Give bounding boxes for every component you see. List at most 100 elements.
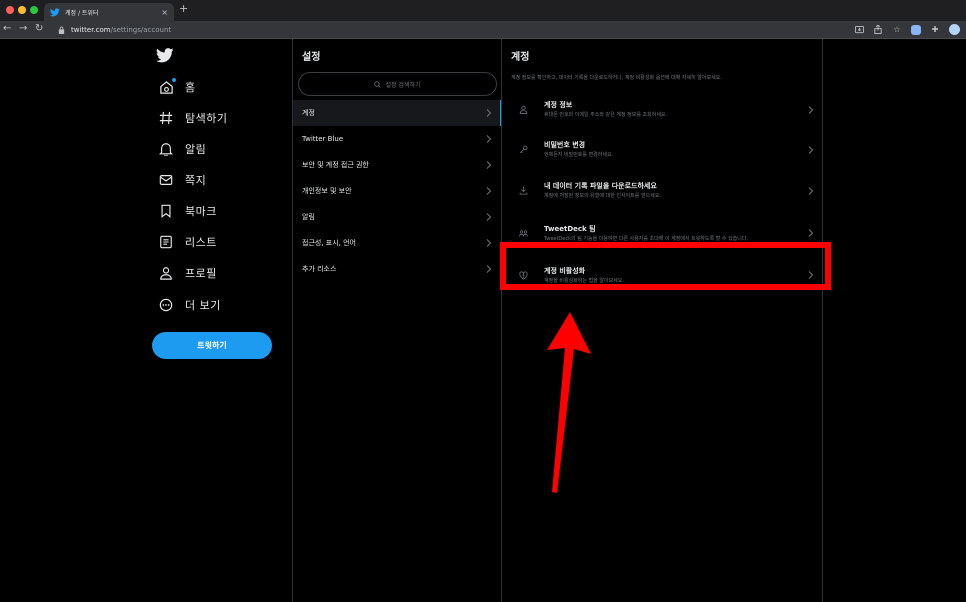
reload-icon[interactable]: ↻ (35, 23, 43, 34)
account-item-password[interactable]: 비밀번호 변경 언제든지 비밀번호를 변경하세요. (502, 129, 823, 170)
settings-item-label: 접근성, 표시, 언어 (302, 239, 356, 247)
browser-tab[interactable]: 계정 / 트위터 × (44, 3, 174, 21)
tab-title: 계정 / 트위터 (65, 9, 99, 17)
nav-notifications[interactable]: 알림 (158, 139, 206, 159)
account-item-title: 비밀번호 변경 (544, 141, 586, 149)
account-title: 계정 (511, 52, 530, 63)
nav-label: 더 보기 (185, 299, 221, 312)
chevron-right-icon (486, 135, 492, 143)
account-item-text: TweetDeck 팀 TweetDeck의 팀 기능을 이용하면 다른 사용자… (544, 224, 808, 243)
account-item-info[interactable]: 계정 정보 휴대폰 번호와 이메일 주소와 같은 계정 정보를 조회하세요. (502, 90, 823, 129)
settings-search-input[interactable]: 설정 검색하기 (298, 72, 497, 96)
settings-item-label: 계정 (302, 109, 315, 117)
red-arrow-annotation (547, 312, 591, 493)
chevron-right-icon (486, 213, 492, 221)
url-host: twitter.com (71, 26, 111, 34)
twitter-logo-icon[interactable] (156, 48, 174, 63)
forward-icon[interactable]: → (19, 23, 27, 34)
settings-item-accessibility[interactable]: 접근성, 표시, 언어 (293, 230, 501, 256)
person-icon (158, 265, 174, 281)
address-bar[interactable]: twitter.com/settings/account (52, 23, 852, 37)
nav-messages[interactable]: 쪽지 (158, 170, 206, 190)
settings-title: 설정 (302, 52, 321, 63)
settings-item-label: Twitter Blue (302, 135, 344, 143)
nav-more[interactable]: 더 보기 (158, 295, 221, 315)
tab-close-icon[interactable]: × (161, 8, 168, 17)
settings-item-account[interactable]: 계정 (293, 100, 502, 126)
extension-icon[interactable] (911, 24, 921, 35)
tweet-button[interactable]: 트윗하기 (152, 332, 272, 359)
window-minimize-button[interactable] (18, 6, 26, 14)
nav-label: 리스트 (185, 236, 217, 249)
account-item-text: 내 데이터 기록 파일을 다운로드하세요 계정에 저장된 정보의 유형에 대한 … (544, 181, 808, 200)
nav-label: 알림 (185, 143, 207, 156)
window-close-button[interactable] (6, 6, 14, 14)
twitter-page: 홈 탐색하기 알림 쪽지 북마크 리스트 프로필 더 보기 트윗하기 설정 설정… (0, 39, 966, 602)
more-icon (158, 297, 174, 313)
settings-item-privacy[interactable]: 개인정보 및 보안 (293, 178, 501, 204)
nav-label: 홈 (185, 81, 196, 94)
nav-bookmarks[interactable]: 북마크 (158, 201, 217, 221)
account-item-download-data[interactable]: 내 데이터 기록 파일을 다운로드하세요 계정에 저장된 정보의 유형에 대한 … (502, 170, 823, 211)
primary-nav: 홈 탐색하기 알림 쪽지 북마크 리스트 프로필 더 보기 트윗하기 (148, 39, 292, 602)
bookmark-icon (158, 203, 174, 219)
account-item-subtitle: 언제든지 비밀번호를 변경하세요. (544, 152, 614, 158)
home-icon (158, 78, 176, 95)
lock-icon[interactable] (58, 26, 65, 34)
settings-list: 계정 Twitter Blue 보안 및 계정 접근 권한 개인정보 및 보안 … (293, 100, 502, 282)
toolbar-actions: ☆ ✚ (854, 24, 960, 35)
back-icon[interactable]: ← (3, 23, 11, 34)
highlight-box (500, 242, 831, 290)
notification-dot (172, 78, 176, 82)
key-icon (519, 145, 528, 154)
url-path: /settings/account (110, 26, 172, 34)
settings-item-security[interactable]: 보안 및 계정 접근 권한 (293, 152, 501, 178)
nav-home[interactable]: 홈 (158, 77, 196, 97)
team-icon (519, 229, 528, 238)
nav-label: 북마크 (185, 205, 217, 218)
chevron-right-icon (486, 265, 492, 273)
list-icon (158, 234, 174, 250)
nav-label: 프로필 (185, 267, 217, 280)
chevron-right-icon (808, 105, 814, 114)
nav-lists[interactable]: 리스트 (158, 232, 217, 252)
settings-item-twitter-blue[interactable]: Twitter Blue (293, 126, 501, 152)
account-item-title: 계정 정보 (544, 101, 573, 109)
browser-tabstrip: 계정 / 트위터 × + (0, 0, 966, 21)
star-icon[interactable]: ☆ (892, 25, 902, 35)
chevron-right-icon (808, 229, 814, 237)
person-icon (519, 105, 528, 114)
account-item-text: 계정 정보 휴대폰 번호와 이메일 주소와 같은 계정 정보를 조회하세요. (544, 100, 808, 119)
new-tab-button[interactable]: + (179, 2, 188, 15)
puzzle-icon[interactable]: ✚ (930, 25, 940, 35)
browser-toolbar: ← → ↻ twitter.com/settings/account ☆ ✚ (0, 21, 966, 39)
nav-explore[interactable]: 탐색하기 (158, 108, 227, 128)
account-item-title: TweetDeck 팀 (544, 224, 596, 233)
account-description: 계정 정보를 확인하고, 데이터 기록을 다운로드하거나, 계정 비활성화 옵션… (511, 75, 722, 81)
search-placeholder: 설정 검색하기 (385, 81, 421, 89)
search-icon (374, 80, 382, 88)
settings-item-label: 개인정보 및 보안 (302, 187, 352, 195)
account-item-subtitle: 휴대폰 번호와 이메일 주소와 같은 계정 정보를 조회하세요. (544, 112, 668, 118)
chevron-right-icon (486, 161, 492, 169)
mail-icon (158, 172, 174, 188)
hashtag-icon (158, 110, 174, 126)
settings-item-notifications[interactable]: 알림 (293, 204, 501, 230)
chevron-right-icon (808, 186, 814, 195)
settings-item-resources[interactable]: 추가 리소스 (293, 256, 501, 282)
nav-label: 쪽지 (185, 174, 207, 187)
install-app-icon[interactable] (854, 25, 864, 35)
chevron-right-icon (486, 239, 492, 247)
download-icon (519, 186, 528, 195)
chevron-right-icon (486, 109, 492, 117)
twitter-bird-icon (50, 7, 60, 17)
nav-profile[interactable]: 프로필 (158, 263, 217, 283)
profile-avatar[interactable] (949, 24, 960, 35)
share-icon[interactable] (873, 25, 883, 35)
window-maximize-button[interactable] (30, 6, 38, 14)
chevron-right-icon (808, 145, 814, 154)
settings-item-label: 추가 리소스 (302, 265, 337, 273)
account-item-subtitle: 계정에 저장된 정보의 유형에 대한 인사이트를 얻으세요. (544, 193, 661, 199)
settings-item-label: 알림 (302, 213, 315, 221)
settings-column: 설정 설정 검색하기 계정 Twitter Blue 보안 및 계정 접근 권한… (292, 39, 502, 602)
